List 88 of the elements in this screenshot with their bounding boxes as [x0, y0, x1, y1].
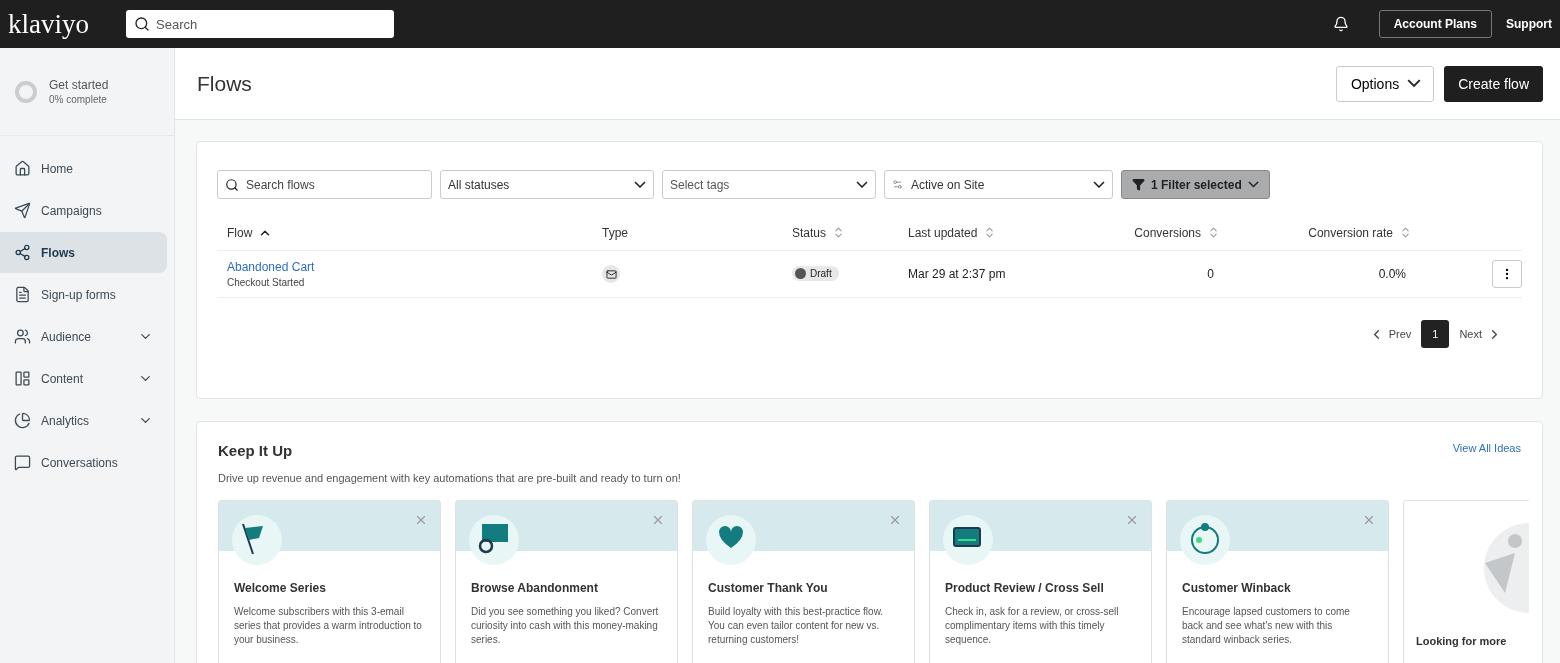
- column-header[interactable]: Conversions: [1118, 225, 1268, 240]
- sidebar-item[interactable]: Home: [0, 148, 167, 189]
- page-button[interactable]: 1: [1421, 320, 1450, 348]
- filter-icon: [1132, 178, 1145, 191]
- more-button[interactable]: [1492, 260, 1522, 288]
- idea-card[interactable]: Customer Thank You Build loyalty with this best-practice flow. You can even tailor content for new vs. returning customers!: [692, 500, 915, 663]
- idea-card[interactable]: Product Review / Cross Sell Check in, ask for a review, or cross-sell complimentary items with this timely sequence.: [929, 500, 1152, 663]
- card-title: Customer Thank You: [708, 581, 829, 595]
- close-button[interactable]: [651, 513, 665, 527]
- card-description: Did you see something you liked? Convert curiosity into cash with this money-making series.: [471, 605, 660, 647]
- nav-icon: [14, 370, 31, 387]
- idea-card[interactable]: Customer Winback Encourage lapsed customers to come back and see what's new with this standard winback series.: [1166, 500, 1389, 663]
- card-title: Browse Abandonment: [471, 581, 599, 595]
- page-title: Flows: [197, 71, 253, 96]
- column-header[interactable]: Type: [592, 225, 782, 240]
- next-link[interactable]: Next: [1459, 326, 1502, 342]
- view-all-ideas-link[interactable]: View All Ideas: [1452, 442, 1521, 454]
- chevron-down-icon: [1407, 79, 1422, 88]
- chevron-down-icon: [1247, 181, 1259, 188]
- card-title: Looking for more: [1416, 635, 1507, 647]
- close-button[interactable]: [414, 513, 428, 527]
- sort-icon: [1399, 226, 1412, 239]
- close-icon: [651, 513, 665, 527]
- prev-link[interactable]: Prev: [1368, 326, 1412, 342]
- nav-icon: [14, 202, 31, 219]
- status-dropdown[interactable]: All statuses: [440, 170, 654, 199]
- section-subtitle: Drive up revenue and engagement with key automations that are pre-built and ready to turn on!: [218, 472, 682, 484]
- sort-icon: [1207, 226, 1220, 239]
- sidebar-item[interactable]: Content: [0, 358, 167, 399]
- card-description: Build loyalty with this best-practice flow. You can even tailor content for new vs. returning customers!: [708, 605, 885, 647]
- flow-link[interactable]: Abandoned Cart: [227, 260, 592, 274]
- options-button[interactable]: Options: [1335, 65, 1435, 102]
- column-header[interactable]: Flow: [217, 225, 592, 240]
- logo[interactable]: klaviyo: [8, 8, 94, 40]
- support-link[interactable]: Support: [1506, 17, 1552, 31]
- get-started-title[interactable]: Get started: [49, 78, 109, 92]
- progress-ring: [15, 80, 37, 103]
- close-button[interactable]: [888, 513, 902, 527]
- column-header[interactable]: Conversion rate: [1268, 225, 1460, 240]
- card-description: Welcome subscribers with this 3-email series that provides a warm introduction to your business.: [234, 605, 423, 647]
- table-cell-text: 0.0%: [1377, 267, 1407, 281]
- idea-card[interactable]: Welcome Series Welcome subscribers with this 3-email series that provides a warm introduction to your business.: [218, 500, 441, 663]
- close-button[interactable]: [1362, 513, 1376, 527]
- close-icon: [414, 513, 428, 527]
- sidebar-item[interactable]: Sign-up forms: [0, 274, 167, 315]
- chevron-down-icon: [1093, 181, 1105, 188]
- card-title: Welcome Series: [234, 581, 327, 595]
- card-description: Check in, ask for a review, or cross-sell complimentary items with this timely sequence.: [945, 605, 1120, 647]
- card-title: Product Review / Cross Sell: [945, 581, 1105, 595]
- create-flow-button[interactable]: Create flow: [1444, 65, 1543, 102]
- search-flows-field[interactable]: Search flows: [217, 170, 432, 199]
- card-title: Customer Winback: [1182, 581, 1292, 595]
- close-button[interactable]: [1125, 513, 1139, 527]
- section-title: Keep It Up: [218, 442, 294, 459]
- sidebar-item[interactable]: Audience: [0, 316, 167, 357]
- nav-icon: [14, 286, 31, 303]
- account-plans-button[interactable]: Account Plans: [1378, 10, 1492, 38]
- nav-icon: [14, 412, 31, 429]
- progress-text: 0% complete: [49, 94, 108, 105]
- card-description: Encourage lapsed customers to come back and see what's new with this standard winback series.: [1182, 605, 1351, 647]
- more-ideas-card[interactable]: Looking for more: [1403, 500, 1529, 663]
- close-icon: [1362, 513, 1376, 527]
- bell-icon[interactable]: [1332, 16, 1349, 32]
- table-cell-text: Mar 29 at 2:37 pm: [907, 267, 1007, 281]
- nav-icon: [14, 160, 31, 177]
- status-badge: Draft: [792, 266, 839, 281]
- sliders-icon: [892, 179, 903, 190]
- nav-icon: [14, 328, 31, 345]
- idea-card[interactable]: Browse Abandonment Did you see something you liked? Convert curiosity into cash with this money-making series.: [455, 500, 678, 663]
- column-header[interactable]: Status: [782, 225, 898, 240]
- nav-icon: [14, 244, 31, 261]
- sidebar-item[interactable]: Campaigns: [0, 190, 167, 231]
- chevron-down-icon: [856, 181, 868, 188]
- flow-trigger: Checkout Started: [227, 277, 306, 288]
- close-icon: [1125, 513, 1139, 527]
- search-field[interactable]: Search: [126, 10, 394, 38]
- sidebar-item[interactable]: Conversations: [0, 442, 167, 483]
- email-icon: [602, 265, 620, 283]
- site-dropdown[interactable]: Active on Site: [884, 170, 1113, 199]
- column-header[interactable]: Last updated: [898, 225, 1118, 240]
- table-cell-text: 0: [1206, 267, 1215, 281]
- filter-button[interactable]: 1 Filter selected: [1121, 170, 1270, 199]
- nav-icon: [14, 454, 31, 471]
- close-icon: [888, 513, 902, 527]
- sidebar-item[interactable]: Flows: [0, 232, 167, 273]
- sidebar-item[interactable]: Analytics: [0, 400, 167, 441]
- chevron-down-icon: [634, 181, 646, 188]
- tags-dropdown[interactable]: Select tags: [662, 170, 876, 199]
